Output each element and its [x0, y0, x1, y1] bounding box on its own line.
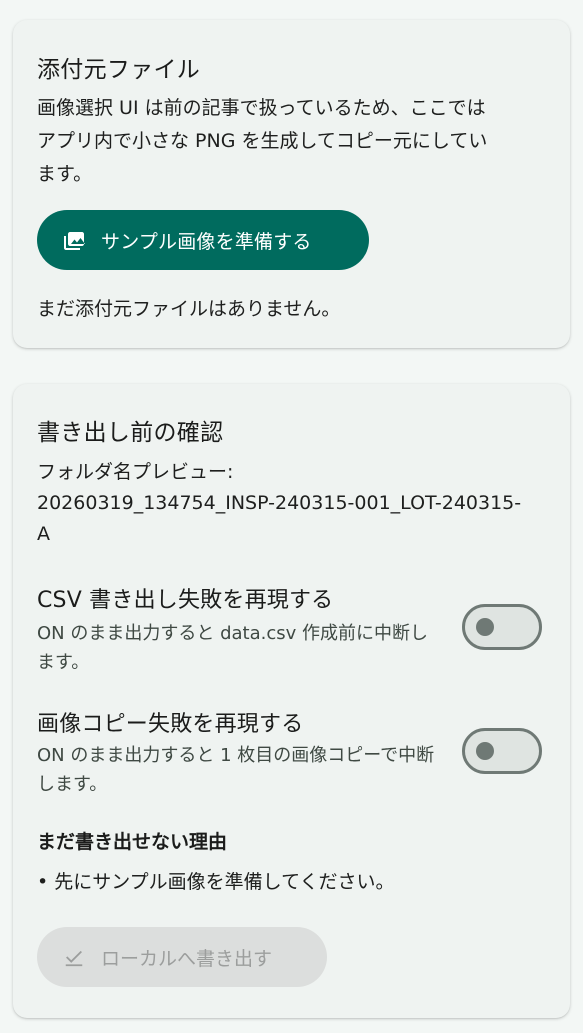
- image-copy-failure-toggle-description: ON のまま出力すると 1 枚目の画像コピーで中断します。: [37, 745, 435, 795]
- switch-knob: [476, 742, 494, 760]
- export-check-card: 書き出し前の確認 フォルダ名プレビュー: 20260319_134754_INS…: [13, 384, 570, 1018]
- folder-preview-label: フォルダ名プレビュー:: [37, 461, 234, 483]
- description-line: アプリ内で小さな PNG を生成してコピー元にしてい: [37, 130, 488, 152]
- switch-knob: [476, 618, 494, 636]
- check-icon: [63, 946, 85, 968]
- export-local-button[interactable]: ローカルへ書き出す: [37, 927, 327, 987]
- card-title: 添付元ファイル: [37, 57, 201, 83]
- image-icon: [63, 228, 87, 252]
- card-title: 書き出し前の確認: [37, 420, 224, 446]
- folder-name-preview: A: [37, 523, 50, 545]
- empty-attachment-message: まだ添付元ファイルはありません。: [37, 298, 341, 320]
- csv-failure-toggle-description: ON のまま出力すると data.csv 作成前に中断します。: [37, 623, 428, 673]
- image-copy-failure-toggle-switch[interactable]: [462, 728, 542, 774]
- description-line: 画像選択 UI は前の記事で扱っているため、ここでは: [37, 97, 486, 119]
- attachment-source-card: 添付元ファイル 画像選択 UI は前の記事で扱っているため、ここでは アプリ内で…: [13, 20, 570, 348]
- blocked-reason-item: • 先にサンプル画像を準備してください。: [37, 871, 395, 893]
- folder-name-preview: 20260319_134754_INSP-240315-001_LOT-2403…: [37, 492, 522, 514]
- blocked-reason-title: まだ書き出せない理由: [37, 831, 228, 853]
- description-line: ます。: [37, 163, 93, 185]
- prepare-sample-image-label: サンプル画像を準備する: [101, 230, 312, 253]
- prepare-sample-image-button[interactable]: サンプル画像を準備する: [37, 210, 369, 270]
- csv-failure-toggle-switch[interactable]: [462, 604, 542, 650]
- export-local-label: ローカルへ書き出す: [101, 947, 273, 970]
- image-copy-failure-toggle-title: 画像コピー失敗を再現する: [37, 712, 304, 737]
- csv-failure-toggle-title: CSV 書き出し失敗を再現する: [37, 588, 334, 613]
- page: 添付元ファイル 画像選択 UI は前の記事で扱っているため、ここでは アプリ内で…: [0, 0, 583, 1033]
